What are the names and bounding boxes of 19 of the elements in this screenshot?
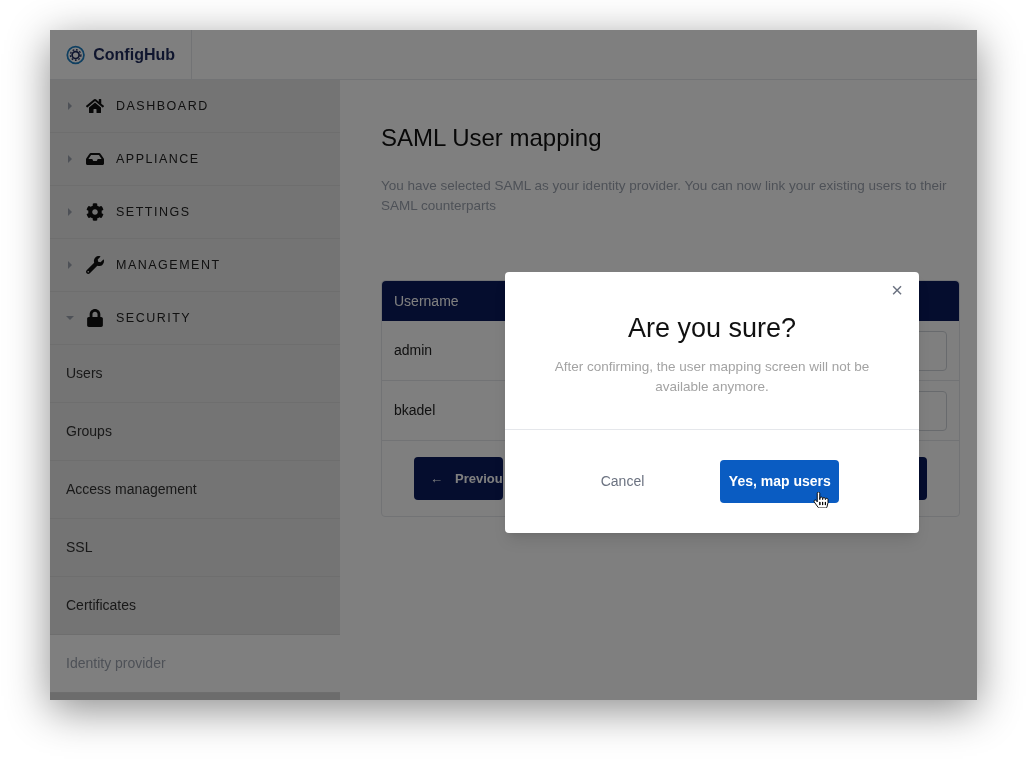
dialog-title: Are you sure? <box>626 312 798 345</box>
close-button[interactable]: × <box>891 280 903 300</box>
home-icon <box>86 97 104 115</box>
column-header: Username <box>394 291 459 311</box>
tray-icon <box>86 150 104 168</box>
cancel-button[interactable]: Cancel <box>584 463 661 500</box>
confirm-button[interactable]: Yes, map users <box>720 460 840 503</box>
brand-name: ConfigHub <box>93 44 175 65</box>
nav-section[interactable]: SETTINGS <box>50 186 340 239</box>
table-cell-text: bkadel <box>394 401 436 420</box>
cursor-icon <box>813 492 829 508</box>
page-title: SAML User mapping <box>381 123 603 153</box>
previous-button[interactable]: ← Previou <box>414 457 503 500</box>
lock-icon <box>86 309 104 327</box>
logo-icon <box>66 43 86 66</box>
gear-icon <box>86 203 104 221</box>
wrench-icon <box>86 256 104 274</box>
table-cell-text: admin <box>394 341 433 360</box>
dialog-message: After confirming, the user mapping screen will not be available anymore. <box>553 357 871 396</box>
